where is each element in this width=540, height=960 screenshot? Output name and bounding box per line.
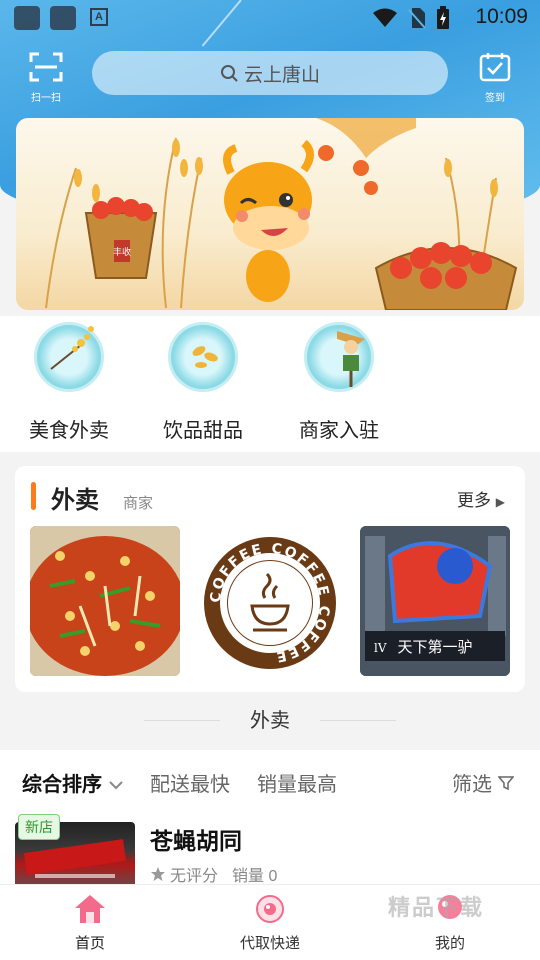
search-placeholder: 云上唐山 bbox=[243, 64, 320, 86]
banner-illustration: 丰收 bbox=[45, 118, 518, 310]
notification-icon bbox=[14, 6, 40, 30]
divider-line bbox=[144, 720, 220, 721]
more-label: 更多 bbox=[457, 491, 492, 510]
tab-home[interactable]: 首页 bbox=[40, 893, 140, 953]
card-title: 外卖 bbox=[51, 487, 99, 514]
app-notification-icon: A bbox=[90, 8, 108, 26]
rating-label: 无评分 bbox=[170, 868, 219, 884]
category-merchant-join[interactable]: 商家入驻 bbox=[284, 322, 394, 443]
store-name: 苍蝇胡同 bbox=[150, 828, 242, 854]
more-link[interactable]: 更多 ▶ bbox=[457, 486, 505, 511]
sort-bar: 综合排序 配送最快 销量最高 筛选 bbox=[0, 750, 540, 812]
chevron-down-icon bbox=[108, 781, 123, 790]
flower-branch-icon bbox=[34, 322, 104, 392]
filter-button[interactable]: 筛选 bbox=[452, 768, 515, 797]
category-label: 饮品甜品 bbox=[163, 420, 243, 442]
home-icon bbox=[75, 895, 105, 923]
filter-icon bbox=[496, 776, 515, 791]
play-arrow-icon: ▶ bbox=[495, 495, 505, 509]
search-bar[interactable]: 云上唐山 bbox=[92, 51, 448, 95]
tab-label: 代取快递 bbox=[239, 935, 300, 952]
category-food-delivery[interactable]: 美食外卖 bbox=[14, 322, 124, 443]
accent-bar bbox=[31, 482, 36, 510]
wifi-icon bbox=[373, 8, 397, 27]
clock: 10:09 bbox=[475, 5, 528, 28]
storefront-image: 天下第一驴 lV bbox=[360, 526, 510, 676]
category-drinks-desserts[interactable]: 饮品甜品 bbox=[148, 322, 258, 443]
sort-comprehensive[interactable]: 综合排序 bbox=[22, 768, 124, 797]
category-row: 美食外卖 饮品甜品 商家入驻 bbox=[0, 316, 540, 452]
scarecrow-icon bbox=[304, 322, 374, 392]
section-title: 外卖 bbox=[250, 710, 290, 732]
checkin-button[interactable]: 签到 bbox=[478, 52, 512, 104]
coffee-logo: COFFEE COFFEE COFFEE bbox=[204, 537, 336, 669]
filter-label: 筛选 bbox=[452, 774, 492, 796]
sales-label: 销量 0 bbox=[232, 868, 278, 884]
checkin-label: 签到 bbox=[485, 93, 505, 104]
merchant-thumb-food[interactable] bbox=[30, 526, 180, 676]
sign-text: 天下第一驴 bbox=[397, 638, 472, 656]
scan-icon bbox=[29, 52, 63, 82]
scan-button[interactable]: 扫一扫 bbox=[28, 52, 64, 104]
no-sim-icon bbox=[408, 8, 426, 29]
tab-parcel-pickup[interactable]: 代取快递 bbox=[220, 893, 320, 953]
new-store-badge: 新店 bbox=[18, 814, 60, 840]
tab-label: 我的 bbox=[434, 935, 465, 952]
food-dish-image bbox=[30, 526, 180, 676]
sign-prefix: lV bbox=[374, 641, 387, 655]
takeout-card: 外卖 商家 更多 ▶ COFFEE COFFEE COFFEE 天下第一驴 lV bbox=[15, 466, 525, 692]
divider-line bbox=[320, 720, 396, 721]
sort-top-sales[interactable]: 销量最高 bbox=[257, 768, 337, 797]
status-bar: A 10:09 bbox=[0, 0, 540, 36]
search-icon bbox=[220, 65, 238, 82]
section-divider: 外卖 bbox=[0, 704, 540, 738]
calendar-check-icon bbox=[479, 53, 511, 82]
notification-icon bbox=[50, 6, 76, 30]
watermark-text: 精品下载 bbox=[388, 895, 485, 920]
parcel-icon bbox=[256, 895, 284, 923]
store-list-item[interactable]: 新店 苍蝇胡同 无评分 销量 0 bbox=[0, 812, 540, 884]
category-label: 美食外卖 bbox=[29, 420, 109, 442]
star-icon bbox=[151, 867, 165, 881]
merchant-thumb-coffee[interactable]: COFFEE COFFEE COFFEE bbox=[195, 526, 345, 676]
sort-fastest-delivery[interactable]: 配送最快 bbox=[150, 768, 230, 797]
battery-charging-icon bbox=[437, 6, 449, 29]
basket-label: 丰收 bbox=[113, 246, 131, 258]
merchant-thumb-storefront[interactable]: 天下第一驴 lV bbox=[360, 526, 510, 676]
scan-label: 扫一扫 bbox=[31, 93, 61, 104]
card-subtitle: 商家 bbox=[123, 495, 154, 512]
promo-banner[interactable]: 丰收 bbox=[16, 118, 524, 310]
store-meta: 无评分 销量 0 bbox=[150, 862, 277, 884]
category-label: 商家入驻 bbox=[299, 420, 379, 442]
sort-label: 综合排序 bbox=[22, 774, 102, 796]
leaves-icon bbox=[168, 322, 238, 392]
tab-label: 首页 bbox=[74, 935, 105, 952]
